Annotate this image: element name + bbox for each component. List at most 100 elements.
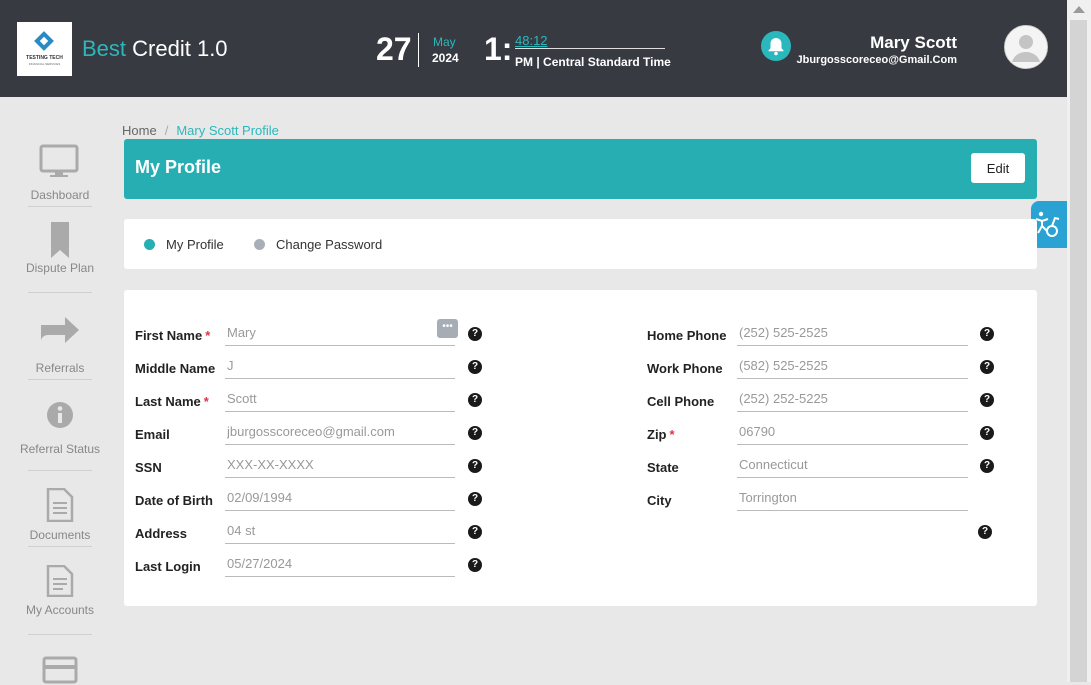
sidebar-divider [28,546,92,547]
city-input[interactable] [737,484,968,511]
field-label: SSN [135,460,162,475]
app-title-accent: Best [82,36,127,61]
bell-icon [768,38,784,56]
help-icon[interactable]: ? [468,426,482,440]
sidebar-item-dashboard[interactable]: Dashboard [28,143,92,207]
time-minutes-seconds: 48:12 [515,33,548,48]
sidebar-divider [28,379,92,380]
sidebar: Dashboard Dispute Plan Referrals Referra… [0,97,120,685]
form-row-cell-phone: Cell Phone ? [647,385,1007,418]
avatar[interactable] [1004,25,1048,69]
breadcrumb-current[interactable]: Mary Scott Profile [176,123,279,138]
field-label: Date of Birth [135,493,213,508]
date-year: 2024 [432,51,459,65]
last-name-input[interactable] [225,385,455,412]
field-label: Zip * [647,427,675,442]
time-zone: Central Standard Time [543,55,671,69]
notification-bell-button[interactable] [761,31,791,61]
edit-button[interactable]: Edit [971,153,1025,183]
share-arrow-icon [41,317,79,343]
top-bar: TESTING TECH FINANCIAL SERVICES Best Cre… [0,0,1067,97]
breadcrumb-separator: / [164,123,169,138]
form-row-address: Address ? [135,517,495,550]
form-row-state: State ? [647,451,1007,484]
logo-line2: FINANCIAL SERVICES [28,62,61,66]
scroll-up-arrow-icon[interactable] [1073,6,1085,13]
scrollbar-thumb[interactable] [1070,20,1087,682]
sidebar-divider [28,206,92,207]
help-icon[interactable]: ? [468,492,482,506]
field-label-text: Last Name [135,394,201,409]
app-title-rest: Credit 1.0 [132,36,228,61]
required-mark: * [669,427,675,442]
sidebar-item-referral-status[interactable]: Referral Status [20,400,100,471]
field-label: State [647,460,679,475]
field-label-text: Zip [647,427,667,442]
help-icon[interactable]: ? [468,393,482,407]
help-icon[interactable]: ? [468,360,482,374]
form-row-last-login: Last Login ? [135,550,495,583]
ssn-input[interactable] [225,451,455,478]
home-phone-input[interactable] [737,319,968,346]
email-input[interactable] [225,418,455,445]
sidebar-item-my-accounts[interactable]: My Accounts [26,565,94,635]
time-ampm: PM [515,55,533,69]
document-icon [46,488,74,522]
profile-form-panel: First Name* ••• ? Middle Name ? Last Nam… [124,290,1037,606]
help-icon[interactable]: ? [980,360,994,374]
time-hour: 1: [484,31,513,67]
field-label: Work Phone [647,361,723,376]
company-logo[interactable]: TESTING TECH FINANCIAL SERVICES [17,22,72,76]
sidebar-item-referrals[interactable]: Referrals [28,315,92,380]
middle-name-input[interactable] [225,352,455,379]
help-icon[interactable]: ? [980,393,994,407]
field-label-text: First Name [135,328,203,343]
help-icon[interactable]: ? [468,327,482,341]
sidebar-item-payments[interactable] [28,655,92,685]
zip-input[interactable] [737,418,968,445]
sidebar-item-label: Referrals [35,361,85,375]
password-manager-icon[interactable]: ••• [437,319,458,338]
field-label: First Name * [135,328,210,343]
work-phone-input[interactable] [737,352,968,379]
form-row-email: Email ? [135,418,495,451]
address-input[interactable] [225,517,455,544]
form-row-city: City [647,484,1007,517]
sidebar-item-dispute-plan[interactable]: Dispute Plan [26,221,94,293]
user-name[interactable]: Mary Scott [870,33,957,53]
form-row-date-of-birth: Date of Birth ? [135,484,495,517]
file-list-icon [46,565,74,597]
help-icon[interactable]: ? [978,525,992,539]
form-row-middle-name: Middle Name ? [135,352,495,385]
time-period: PM | Central Standard Time [515,55,671,69]
help-icon[interactable]: ? [468,525,482,539]
breadcrumb-home-link[interactable]: Home [122,123,157,138]
cell-phone-input[interactable] [737,385,968,412]
logo-line1: TESTING TECH [26,55,63,61]
last-login-input[interactable] [225,550,455,577]
date-of-birth-input[interactable] [225,484,455,511]
first-name-input[interactable] [225,319,455,346]
field-label: Email [135,427,170,442]
form-row-work-phone: Work Phone ? [647,352,1007,385]
help-icon[interactable]: ? [980,327,994,341]
time-divider [515,48,665,49]
breadcrumb: Home / Mary Scott Profile [122,123,279,138]
tab-label: My Profile [166,237,224,252]
form-row-home-phone: Home Phone ? [647,319,1007,352]
logo-diamond-icon [34,31,54,51]
monitor-icon [39,144,79,177]
form-row-extra-help: ? [647,517,1007,550]
inactive-dot-icon [254,239,265,250]
field-label: City [647,493,672,508]
help-icon[interactable]: ? [980,459,994,473]
help-icon[interactable]: ? [980,426,994,440]
form-row-ssn: SSN ? [135,451,495,484]
help-icon[interactable]: ? [468,558,482,572]
sidebar-item-label: My Accounts [25,603,95,617]
help-icon[interactable]: ? [468,459,482,473]
form-row-first-name: First Name* ••• ? [135,319,495,352]
state-input[interactable] [737,451,968,478]
profile-tabs-panel: My Profile Change Password [124,219,1037,269]
sidebar-item-documents[interactable]: Documents [28,488,92,547]
